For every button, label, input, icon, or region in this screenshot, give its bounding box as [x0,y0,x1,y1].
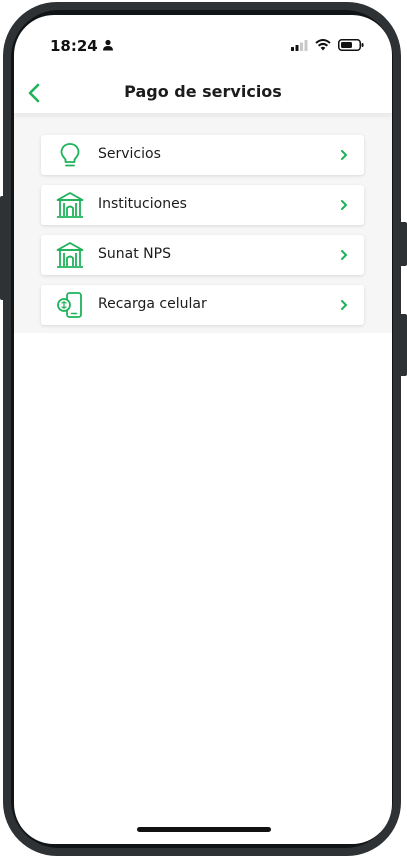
chevron-right-icon [341,150,347,160]
menu-item-label: Recarga celular [98,296,207,312]
institution-icon [56,192,84,218]
phone-screen: 18:24 Pago de servicios Servicios Instit… [14,15,392,844]
status-time: 18:24 [50,37,98,55]
menu-item-label: Servicios [98,146,161,162]
page-title: Pago de servicios [124,82,282,101]
app-header: Pago de servicios [14,73,392,113]
status-bar: 18:24 [14,15,392,73]
lightbulb-icon [60,143,80,167]
menu-item-sunat-nps[interactable]: Sunat NPS [41,235,364,275]
chevron-right-icon [341,250,347,260]
services-section: Servicios Instituciones Sunat NPS Recarg… [14,113,392,333]
menu-item-label: Sunat NPS [98,246,171,262]
person-icon [103,39,113,51]
menu-item-label: Instituciones [98,196,187,212]
chevron-right-icon [341,200,347,210]
services-list: Servicios Instituciones Sunat NPS Recarg… [41,135,364,335]
chevron-right-icon [341,300,347,310]
status-icons [291,39,364,51]
home-indicator[interactable] [137,827,271,832]
device-side-button [0,196,5,300]
menu-item-servicios[interactable]: Servicios [41,135,364,175]
signal-icon [291,39,308,51]
menu-item-instituciones[interactable]: Instituciones [41,185,364,225]
menu-item-recarga-celular[interactable]: Recarga celular [41,285,364,325]
institution-icon [56,242,84,268]
mobile-recharge-icon [57,292,82,318]
battery-icon [338,39,364,51]
device-side-button [401,222,407,266]
wifi-icon [315,39,331,51]
device-side-button [401,314,407,376]
